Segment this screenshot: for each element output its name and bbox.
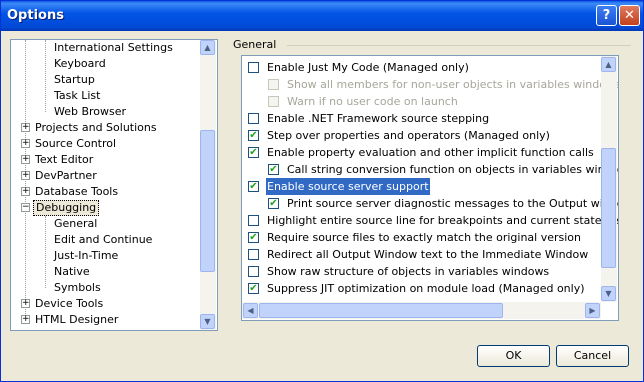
checkbox[interactable] <box>248 249 259 260</box>
expand-icon[interactable]: + <box>21 187 30 196</box>
checkbox[interactable]: ✔ <box>248 181 259 192</box>
option-label: Enable source server support <box>266 178 430 195</box>
tree-item-label: Text Editor <box>35 153 94 166</box>
option-label: Show raw structure of objects in variabl… <box>267 265 550 278</box>
expand-icon[interactable]: + <box>21 123 30 132</box>
tree-item-label: HTML Designer <box>35 313 119 326</box>
checkbox <box>268 96 279 107</box>
group-divider <box>287 45 631 46</box>
options-panel: Enable Just My Code (Managed only) Show … <box>241 55 619 321</box>
expand-icon[interactable]: + <box>21 139 30 148</box>
checkbox[interactable]: ✔ <box>268 198 279 209</box>
scroll-right-icon[interactable]: ▶ <box>585 303 600 318</box>
window-title: Options <box>7 8 64 23</box>
scroll-down-icon[interactable]: ▼ <box>601 286 616 301</box>
option-label: Enable property evaluation and other imp… <box>267 146 594 159</box>
tree-item-label: Web Browser <box>54 105 127 118</box>
tree-item-label: Device Tools <box>35 297 104 310</box>
option-label: Show all members for non-user objects in… <box>287 78 619 91</box>
tree-item-label: Symbols <box>54 281 101 294</box>
tree-item-label: Task List <box>54 89 101 102</box>
tree-item-label: Projects and Solutions <box>35 121 157 134</box>
option-label: Suppress JIT optimization on module load… <box>267 282 585 295</box>
options-vertical-scrollbar[interactable]: ▲ ▼ <box>601 56 617 302</box>
help-button[interactable]: ? <box>596 5 617 26</box>
options-dialog: Options ? ✕ International Settings Keybo… <box>0 0 644 382</box>
checkbox[interactable] <box>248 215 259 226</box>
tree-item-label: General <box>54 217 98 230</box>
checkbox[interactable]: ✔ <box>248 130 259 141</box>
option-label: Redirect all Output Window text to the I… <box>267 248 589 261</box>
option-label: Warn if no user code on launch <box>287 95 458 108</box>
tree-item-label: International Settings <box>54 41 173 54</box>
checkbox[interactable] <box>248 62 259 73</box>
expand-icon[interactable]: + <box>21 155 30 164</box>
expand-icon[interactable]: + <box>21 299 30 308</box>
tree-item-label: Edit and Continue <box>54 233 153 246</box>
ok-button[interactable]: OK <box>477 345 550 367</box>
tree-item-label: Startup <box>54 73 95 86</box>
checkbox[interactable]: ✔ <box>268 164 279 175</box>
tree-connector <box>45 216 46 288</box>
scroll-left-icon[interactable]: ◀ <box>243 303 258 318</box>
tree-item-label: Native <box>54 265 90 278</box>
tree-item-label: Just-In-Time <box>54 249 119 262</box>
tree-scrollbar[interactable]: ▲ ▼ <box>200 40 216 330</box>
scroll-up-icon[interactable]: ▲ <box>200 40 215 55</box>
tree-item-label: Database Tools <box>35 185 119 198</box>
tree-item-label: Debugging <box>33 200 100 216</box>
tree-scroll-thumb[interactable] <box>200 130 215 272</box>
checkbox[interactable] <box>248 113 259 124</box>
option-label: Enable Just My Code (Managed only) <box>267 61 469 74</box>
checkbox[interactable]: ✔ <box>248 147 259 158</box>
checkbox[interactable] <box>248 266 259 277</box>
tree-item-label: DevPartner <box>35 169 97 182</box>
option-label: Step over properties and operators (Mana… <box>267 129 550 142</box>
close-button[interactable]: ✕ <box>619 5 640 26</box>
options-horizontal-scrollbar[interactable]: ◀ ▶ <box>242 302 601 319</box>
scroll-up-icon[interactable]: ▲ <box>601 57 616 72</box>
options-tree: International Settings Keyboard Startup … <box>10 39 218 331</box>
tree-item-label: Keyboard <box>54 57 106 70</box>
tree-connector <box>45 40 46 112</box>
tree-connector <box>25 40 26 320</box>
option-label: Call string conversion function on objec… <box>287 163 619 176</box>
option-label: Enable .NET Framework source stepping <box>267 112 490 125</box>
checkbox <box>268 79 279 90</box>
options-hscroll-thumb[interactable] <box>259 303 503 318</box>
checkbox[interactable]: ✔ <box>248 232 259 243</box>
checkbox[interactable]: ✔ <box>248 283 259 294</box>
scroll-down-icon[interactable]: ▼ <box>200 314 215 329</box>
collapse-icon[interactable]: − <box>21 203 30 212</box>
option-label: Highlight entire source line for breakpo… <box>267 214 619 227</box>
options-scroll-thumb[interactable] <box>601 148 616 268</box>
expand-icon[interactable]: + <box>21 315 30 324</box>
cancel-button[interactable]: Cancel <box>556 345 629 367</box>
option-label: Require source files to exactly match th… <box>267 231 581 244</box>
group-title: General <box>233 38 277 51</box>
tree-item-label: Source Control <box>35 137 117 150</box>
title-bar[interactable]: Options ? ✕ <box>1 1 643 31</box>
expand-icon[interactable]: + <box>21 171 30 180</box>
option-label: Print source server diagnostic messages … <box>287 197 619 210</box>
